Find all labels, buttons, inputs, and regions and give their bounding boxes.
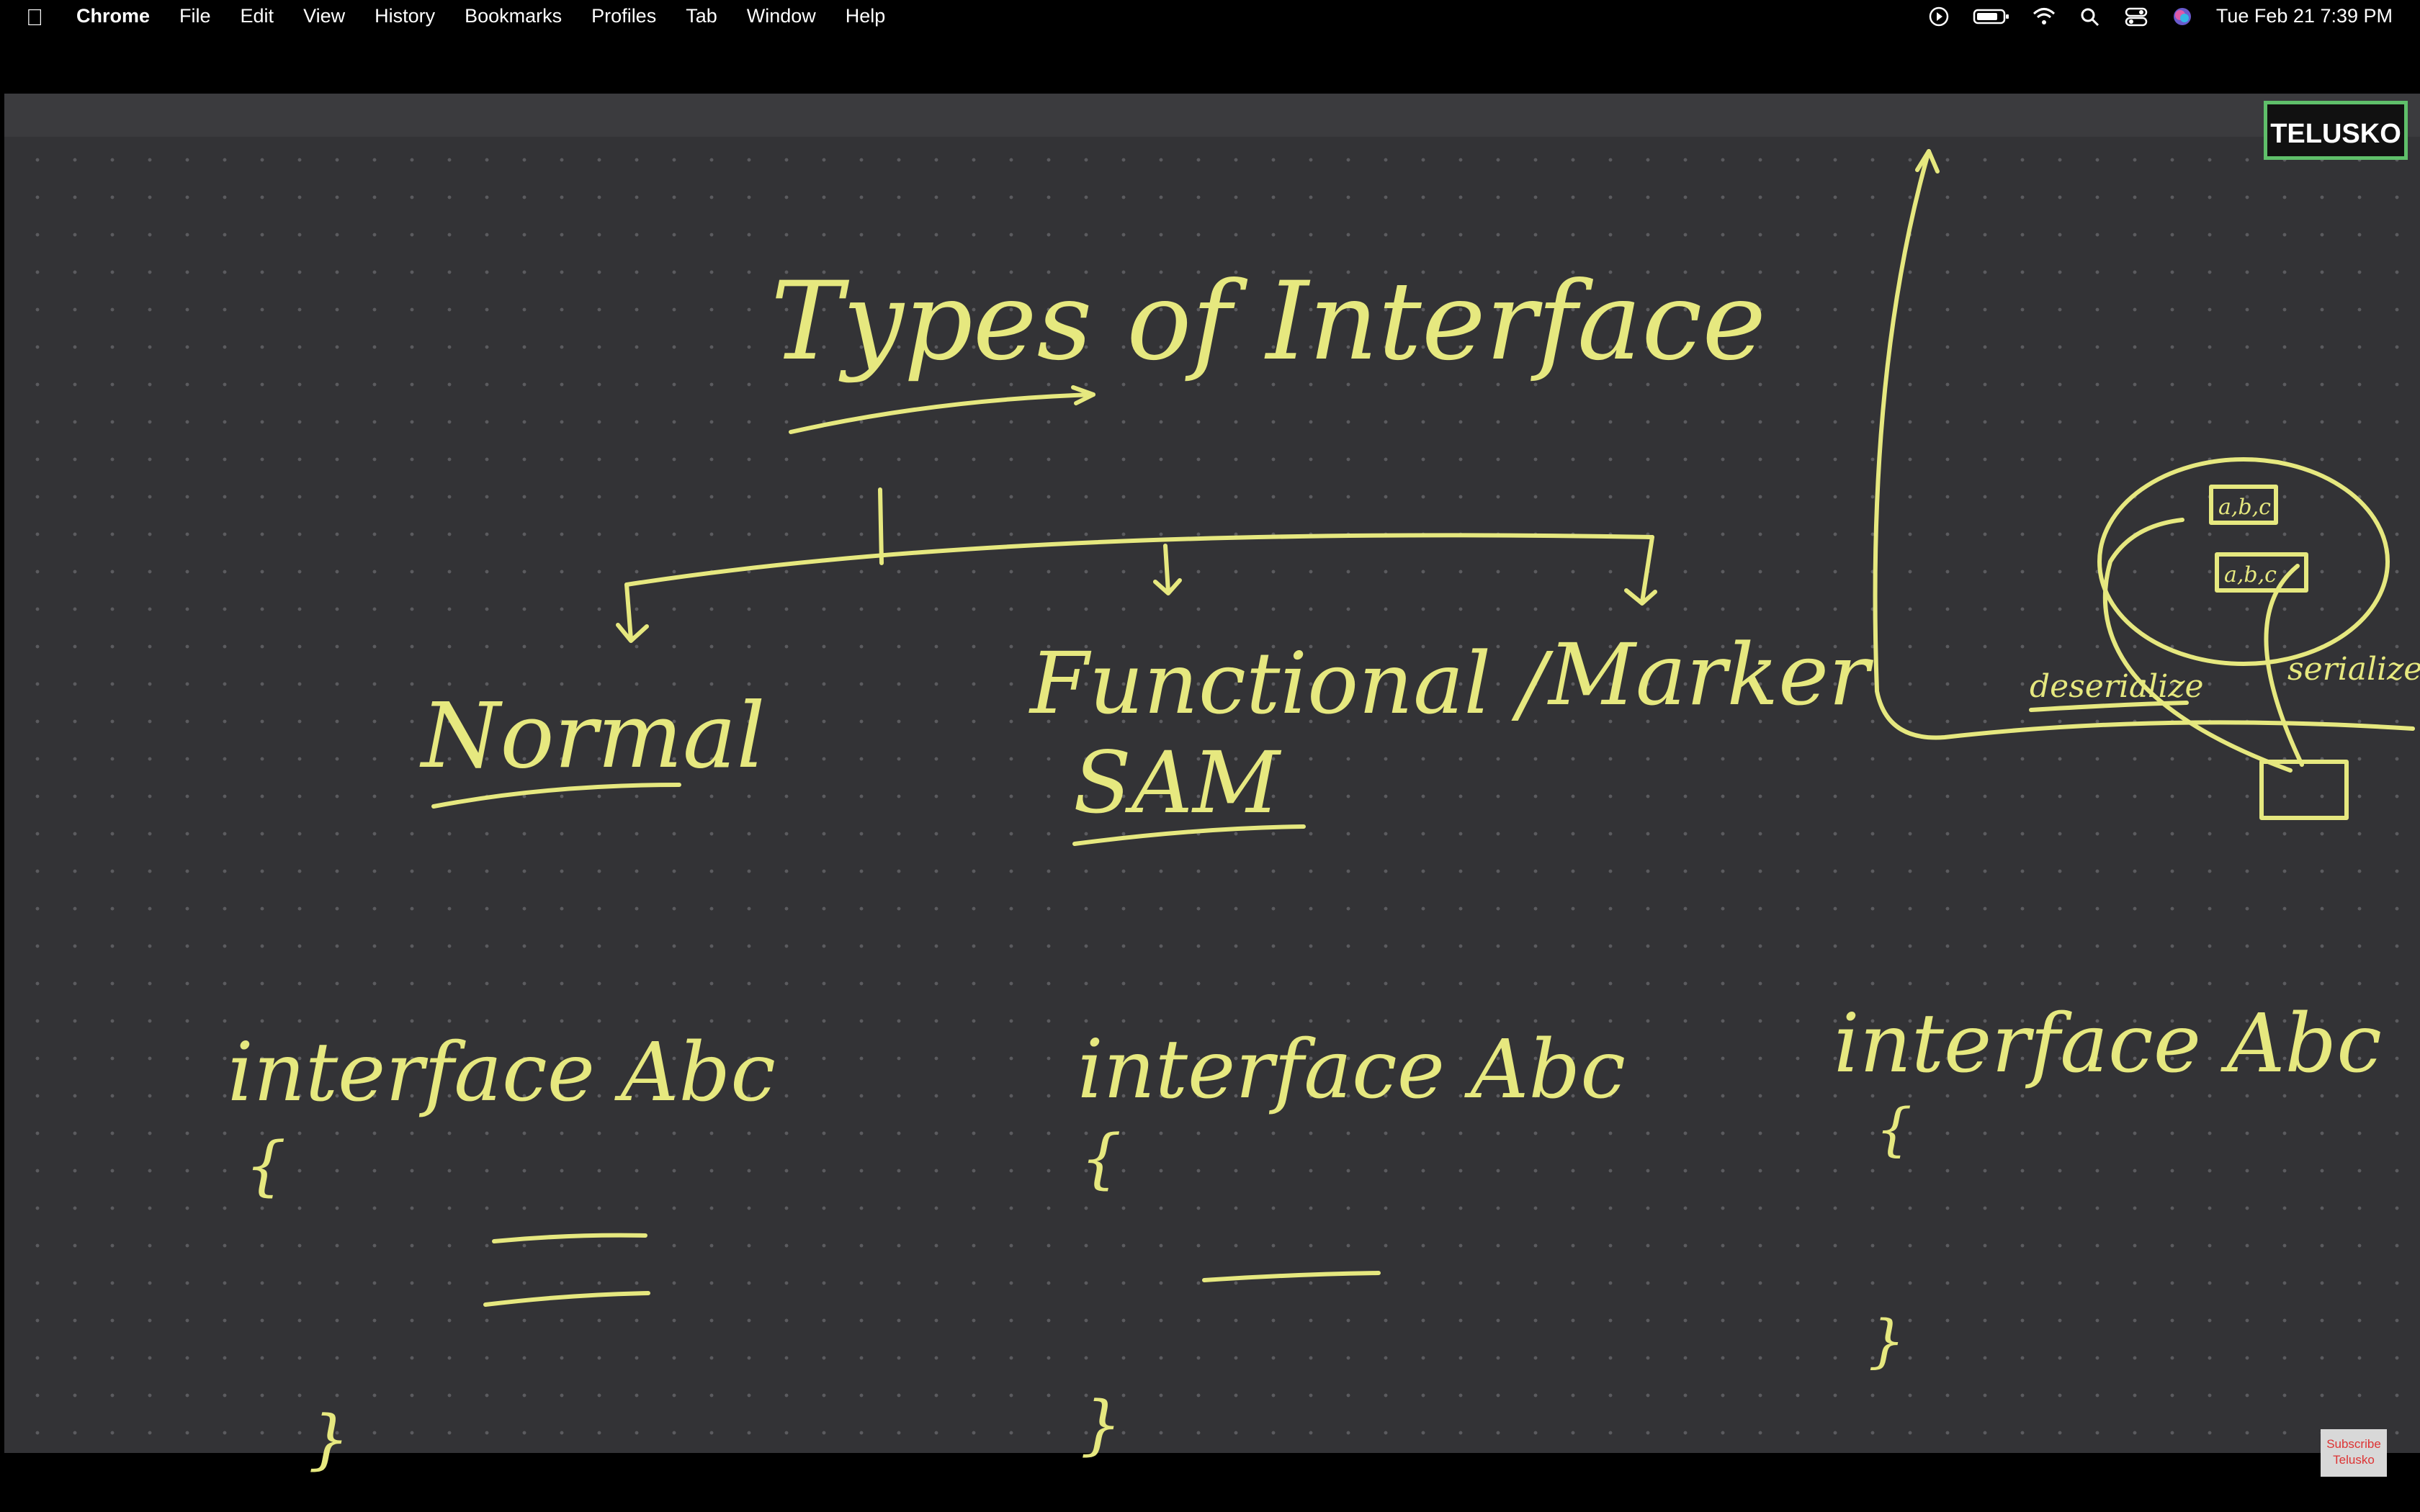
side-sketch-file-box	[2259, 760, 2349, 820]
branch-arrow-marker	[1624, 535, 1657, 606]
code-normal-header: interface Abc	[228, 1026, 776, 1120]
whiteboard-ink: Types of Interface Normal Functional / S…	[228, 149, 2420, 1477]
code-normal-brace-open: {	[245, 1128, 286, 1204]
code-normal-brace-close: }	[308, 1402, 349, 1477]
code-normal-line1	[492, 1233, 647, 1243]
side-sketch-box-2-text: a,b,c	[2224, 562, 2277, 588]
side-sketch-axis	[1873, 149, 2415, 740]
code-functional-line	[1202, 1271, 1381, 1282]
branch-normal: Normal	[419, 684, 765, 788]
branch-marker: Marker	[1547, 625, 1874, 724]
code-functional-brace-open: {	[1080, 1121, 1121, 1197]
side-sketch-label-deserialize: deserialize	[2030, 668, 2204, 705]
branch-arrow-normal	[616, 582, 649, 643]
side-sketch-label-serialize: serialize	[2287, 651, 2420, 688]
side-sketch-box-1-text: a,b,c	[2218, 495, 2271, 520]
title-text: Types of Interface	[771, 259, 1766, 384]
tree-stem	[878, 487, 884, 565]
side-sketch-arrow-deserialize	[2102, 518, 2293, 773]
title-underline	[789, 392, 1095, 434]
code-functional-header: interface Abc	[1077, 1023, 1626, 1117]
side-sketch-object-cloud	[2097, 457, 2390, 666]
branch-sam: SAM	[1073, 733, 1282, 832]
code-functional-brace-close: }	[1080, 1387, 1121, 1463]
branch-functional: Functional /	[1028, 634, 1554, 733]
code-marker-header: interface Abc	[1834, 997, 2382, 1091]
code-marker-brace-open: {	[1876, 1096, 1912, 1163]
code-marker-brace-close: }	[1868, 1308, 1905, 1374]
branch-arrow-functional	[1153, 544, 1182, 595]
code-normal-line2	[483, 1291, 650, 1307]
tree-branch-line	[624, 533, 1654, 587]
